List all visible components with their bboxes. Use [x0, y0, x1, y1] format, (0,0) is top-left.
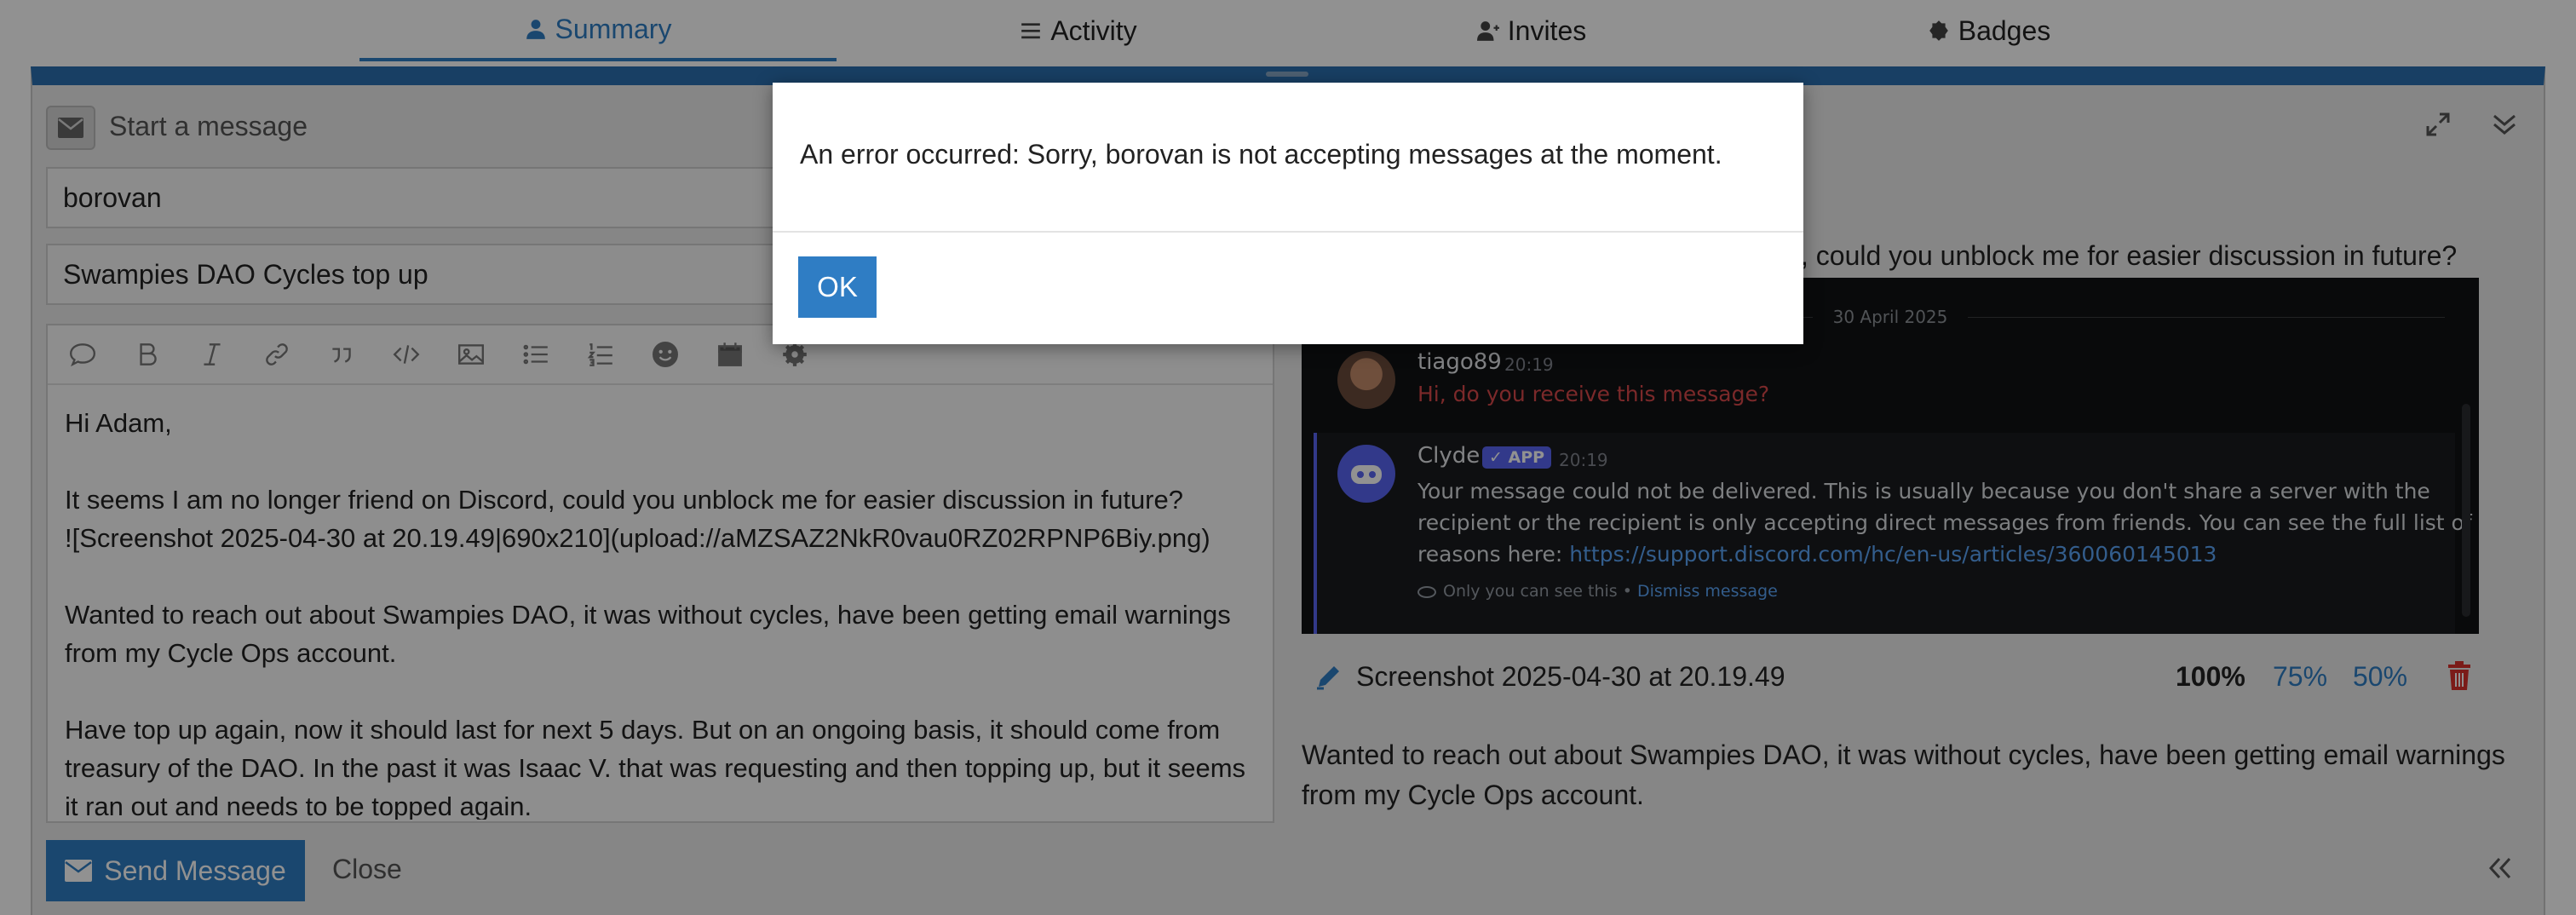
ok-button[interactable]: OK: [798, 256, 877, 318]
error-message: An error occurred: Sorry, borovan is not…: [800, 139, 1722, 170]
error-dialog: An error occurred: Sorry, borovan is not…: [773, 83, 1803, 344]
dialog-divider: [773, 231, 1803, 233]
